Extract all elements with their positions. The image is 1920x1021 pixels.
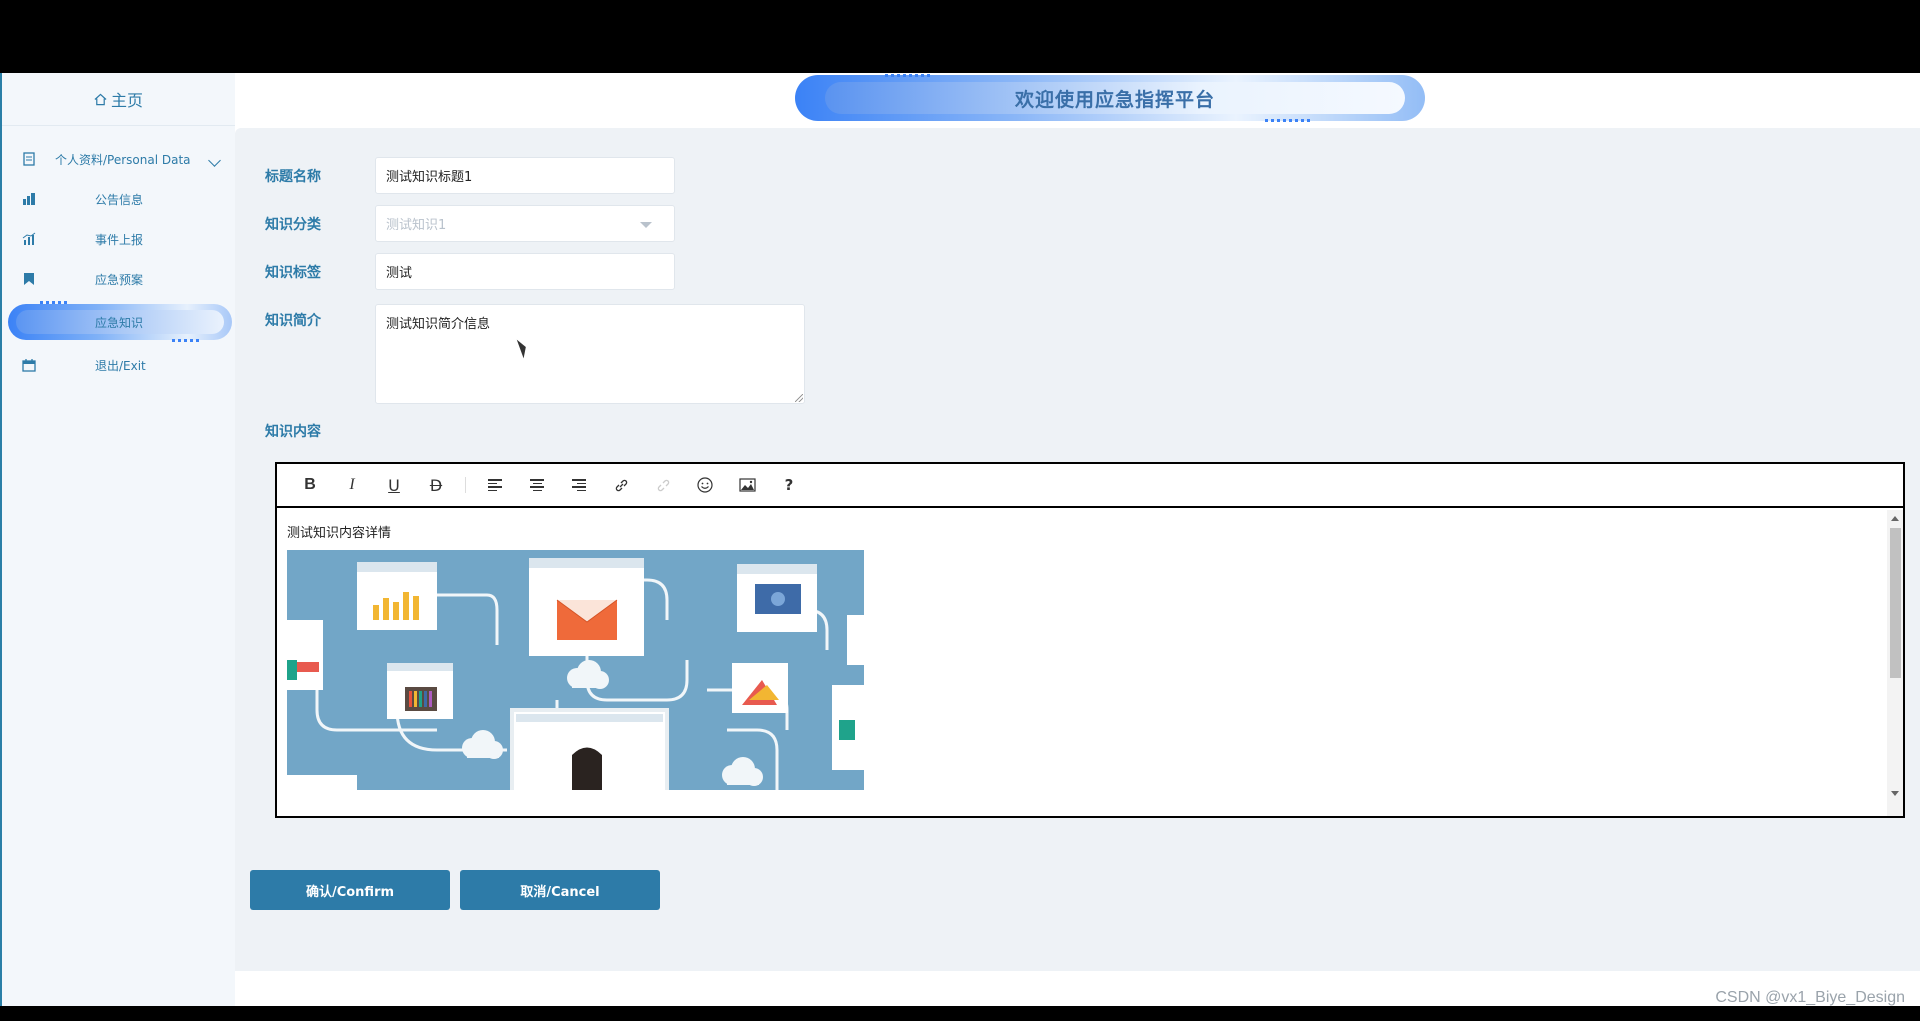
caret-down-icon bbox=[640, 222, 652, 228]
screen-bottom-bar bbox=[0, 1006, 1920, 1021]
align-left-button[interactable] bbox=[474, 470, 516, 500]
category-select-value: 测试知识1 bbox=[386, 218, 447, 233]
document-icon bbox=[22, 152, 36, 166]
tag-input-value: 测试 bbox=[386, 266, 413, 281]
sidebar-item-label: 应急预案 bbox=[95, 272, 144, 287]
decorative-dots bbox=[885, 74, 933, 77]
cancel-button[interactable]: 取消/Cancel bbox=[460, 870, 660, 910]
sidebar-item-announcements[interactable]: 公告信息 bbox=[2, 179, 235, 219]
title-input-value: 测试知识标题1 bbox=[386, 170, 473, 185]
rich-text-editor: B I U D ? 测试知识内容详情 bbox=[275, 462, 1905, 818]
category-select[interactable]: 测试知识1 bbox=[375, 205, 675, 242]
image-icon bbox=[738, 478, 756, 492]
image-button[interactable] bbox=[726, 470, 768, 500]
category-label: 知识分类 bbox=[265, 217, 321, 233]
editor-toolbar: B I U D ? bbox=[277, 464, 1903, 508]
sidebar: 主页 个人资料/Personal Data 公告信息 事件上报 应急预案 应急知… bbox=[0, 73, 235, 1006]
unlink-icon bbox=[657, 479, 669, 491]
network-illustration-icon bbox=[287, 558, 864, 790]
screen-top-bar bbox=[0, 0, 1920, 73]
sidebar-item-personal-data[interactable]: 个人资料/Personal Data bbox=[2, 139, 235, 179]
sidebar-item-label: 应急知识 bbox=[95, 315, 144, 330]
toolbar-divider bbox=[465, 477, 466, 493]
tag-input[interactable]: 测试 bbox=[375, 253, 675, 290]
content-image bbox=[287, 550, 864, 790]
link-button[interactable] bbox=[600, 470, 642, 500]
emoji-button[interactable] bbox=[684, 470, 726, 500]
content-label: 知识内容 bbox=[265, 424, 321, 440]
align-center-icon bbox=[530, 479, 544, 491]
unlink-button[interactable] bbox=[642, 470, 684, 500]
resize-handle-icon[interactable] bbox=[795, 394, 803, 402]
title-input[interactable]: 测试知识标题1 bbox=[375, 157, 675, 194]
main-form: 标题名称 测试知识标题1 知识分类 测试知识1 知识标签 测试 知识简介 测试知… bbox=[235, 128, 1920, 971]
header: 欢迎使用应急指挥平台 bbox=[235, 73, 1920, 128]
sidebar-item-label: 公告信息 bbox=[95, 192, 144, 207]
scroll-up-icon[interactable] bbox=[1891, 516, 1899, 521]
underline-button[interactable]: U bbox=[373, 470, 415, 500]
intro-textarea[interactable]: 测试知识简介信息 bbox=[375, 304, 805, 404]
title-label: 标题名称 bbox=[265, 169, 321, 185]
home-icon bbox=[94, 93, 107, 105]
building-chart-icon bbox=[22, 192, 36, 206]
sidebar-home-label: 主页 bbox=[110, 91, 143, 110]
title-banner-inner: 欢迎使用应急指挥平台 bbox=[825, 82, 1405, 114]
sidebar-item-label: 退出/Exit bbox=[95, 358, 146, 373]
link-icon bbox=[615, 479, 627, 491]
sidebar-item-event-report[interactable]: 事件上报 bbox=[2, 219, 235, 259]
italic-button[interactable]: I bbox=[331, 470, 373, 500]
editor-content-area[interactable]: 测试知识内容详情 bbox=[277, 510, 1887, 816]
editor-scrollbar[interactable] bbox=[1887, 510, 1903, 816]
calendar-icon bbox=[22, 358, 36, 372]
confirm-button[interactable]: 确认/Confirm bbox=[250, 870, 450, 910]
bookmark-icon bbox=[22, 272, 36, 286]
scroll-down-icon[interactable] bbox=[1891, 791, 1899, 796]
scrollbar-thumb[interactable] bbox=[1890, 528, 1901, 678]
footer bbox=[235, 971, 1920, 1006]
intro-textarea-value: 测试知识简介信息 bbox=[386, 317, 491, 332]
align-right-button[interactable] bbox=[558, 470, 600, 500]
title-banner: 欢迎使用应急指挥平台 bbox=[795, 74, 1425, 122]
page-title: 欢迎使用应急指挥平台 bbox=[1014, 88, 1215, 111]
sidebar-item-label: 事件上报 bbox=[95, 232, 144, 247]
bar-chart-icon bbox=[22, 232, 36, 246]
strikethrough-button[interactable]: D bbox=[415, 470, 457, 500]
sidebar-item-label: 个人资料/Personal Data bbox=[55, 152, 191, 167]
decorative-dots bbox=[172, 339, 200, 342]
sidebar-item-exit[interactable]: 退出/Exit bbox=[2, 345, 235, 385]
align-right-icon bbox=[572, 479, 586, 491]
decorative-dots bbox=[1265, 119, 1313, 122]
align-left-icon bbox=[488, 479, 502, 491]
sidebar-item-emergency-plan[interactable]: 应急预案 bbox=[2, 259, 235, 299]
watermark: CSDN @vx1_Biye_Design bbox=[1715, 989, 1905, 1006]
editor-content-text: 测试知识内容详情 bbox=[287, 526, 392, 541]
sidebar-item-emergency-knowledge[interactable]: 应急知识 bbox=[2, 299, 235, 345]
decorative-dots bbox=[40, 301, 68, 304]
tag-label: 知识标签 bbox=[265, 265, 321, 281]
bold-button[interactable]: B bbox=[289, 470, 331, 500]
sidebar-home[interactable]: 主页 bbox=[2, 73, 235, 126]
align-center-button[interactable] bbox=[516, 470, 558, 500]
intro-label: 知识简介 bbox=[265, 313, 321, 329]
help-button[interactable]: ? bbox=[768, 470, 810, 500]
emoji-icon bbox=[697, 477, 713, 493]
chevron-down-icon[interactable] bbox=[208, 154, 221, 167]
app-window: 主页 个人资料/Personal Data 公告信息 事件上报 应急预案 应急知… bbox=[0, 73, 1920, 1006]
